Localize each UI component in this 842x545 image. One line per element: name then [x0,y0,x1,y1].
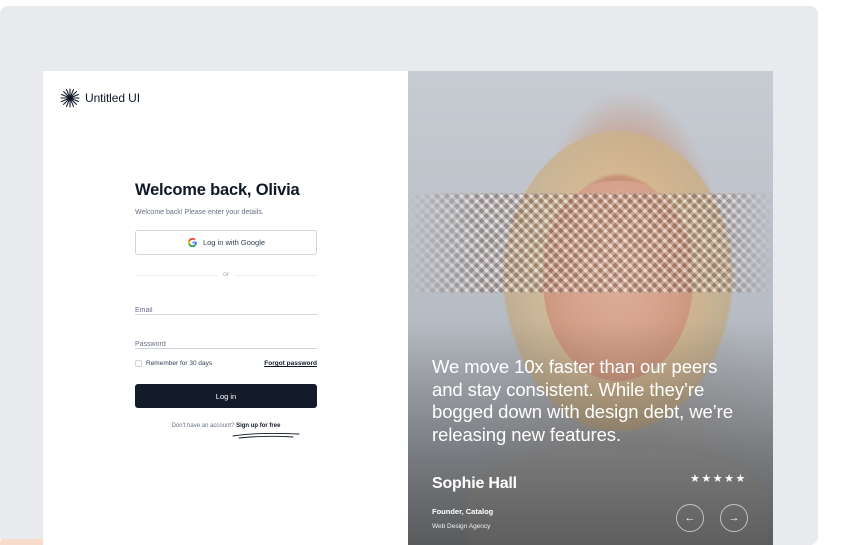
glass-effect [408,193,773,293]
login-card: Untitled UI Welcome back, Olivia Welcome… [43,71,773,545]
google-login-label: Log in with Google [202,238,266,247]
password-field[interactable] [135,341,317,348]
signup-link[interactable]: Sign up for free [236,423,280,429]
testimonial-quote: We move 10x faster than our peers and st… [432,356,733,445]
login-form: Welcome back, Olivia Welcome back! Pleas… [135,181,317,439]
google-icon [187,237,197,248]
next-button[interactable]: → [720,504,748,532]
page-subtitle: Welcome back! Please enter your details. [135,209,264,216]
login-panel: Untitled UI Welcome back, Olivia Welcome… [43,71,408,545]
star-rating: ★★★★★ [690,473,747,485]
author-role: Founder, Catalog [432,507,494,516]
options-row: Remember for 30 days Forgot password [135,360,317,367]
page-title: Welcome back, Olivia [135,181,300,199]
remember-checkbox[interactable] [135,360,142,367]
testimonial-panel: We move 10x faster than our peers and st… [408,71,773,545]
email-field[interactable] [135,307,317,314]
scribble-underline [232,432,300,439]
brand-logo[interactable]: Untitled UI [60,88,140,108]
testimonial-author: Sophie Hall [432,475,517,492]
logo-mark-icon [60,88,80,108]
forgot-password-link[interactable]: Forgot password [264,360,317,367]
remember-label: Remember for 30 days [146,360,213,367]
email-field-wrapper [135,299,317,315]
signup-text: Don't have an account? [171,423,235,429]
arrow-left-icon: ← [684,512,696,524]
brand-name: Untitled UI [85,91,140,105]
or-divider: or [135,271,317,279]
author-company: Web Design Agency [432,523,491,530]
password-field-wrapper [135,333,317,349]
divider-text: or [217,271,235,278]
remember-me[interactable]: Remember for 30 days [135,360,212,367]
google-login-button[interactable]: Log in with Google [135,230,317,255]
login-button[interactable]: Log in [135,384,317,408]
arrow-right-icon: → [728,512,740,524]
previous-button[interactable]: ← [676,504,704,532]
signup-prompt: Don't have an account? Sign up for free [135,423,317,439]
